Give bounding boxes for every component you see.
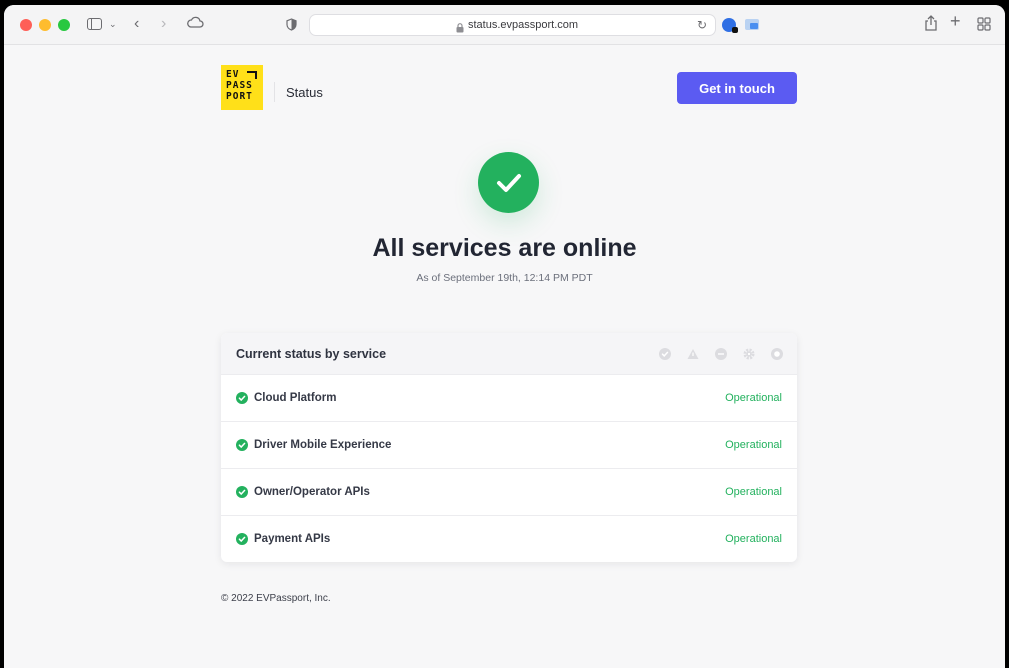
service-status: Operational [725,533,782,545]
service-name: Payment APIs [254,533,331,545]
screen-extension-icon[interactable] [745,19,759,30]
logo-line-3: PORT [226,91,253,102]
card-title: Current status by service [236,347,387,361]
service-name: Owner/Operator APIs [254,486,370,498]
chevron-down-icon[interactable]: ⌄ [109,17,117,31]
privacy-shield-icon[interactable] [286,18,297,31]
logo-line-2: PASS [226,80,253,91]
browser-window: ⌄ ‹ › status.evpassport.com ↻ + EV PASS … [4,5,1005,668]
zoom-window-button[interactable] [58,19,70,31]
service-status-card: Current status by service Cloud Platform… [221,333,797,562]
unknown-icon [771,348,783,360]
service-name: Cloud Platform [254,392,337,404]
service-row: Owner/Operator APIs Operational [221,469,797,516]
operational-check-icon [236,486,248,498]
service-row: Cloud Platform Operational [221,375,797,422]
operational-check-icon [236,439,248,451]
page-title: Status [286,85,323,100]
service-row: Payment APIs Operational [221,516,797,562]
all-online-check-icon [478,152,539,213]
warning-icon [687,349,699,359]
footer-copyright: © 2022 EVPassport, Inc. [221,593,331,604]
forward-arrow-icon[interactable]: › [161,16,166,32]
minimize-window-button[interactable] [39,19,51,31]
card-header: Current status by service [221,333,797,375]
browser-toolbar: ⌄ ‹ › status.evpassport.com ↻ + [4,5,1005,45]
password-extension-icon[interactable] [722,18,738,33]
service-status: Operational [725,439,782,451]
sidebar-toggle-icon[interactable] [87,18,102,30]
get-in-touch-button[interactable]: Get in touch [677,72,797,104]
close-window-button[interactable] [20,19,32,31]
address-bar[interactable]: status.evpassport.com ↻ [309,14,716,36]
back-arrow-icon[interactable]: ‹ [134,16,139,32]
logo-corner-mark [247,71,257,79]
status-page: EV PASS PORT Status Get in touch All ser… [4,46,1005,668]
cloud-icon[interactable] [187,16,204,28]
evpassport-logo[interactable]: EV PASS PORT [221,65,263,110]
status-timestamp: As of September 19th, 12:14 PM PDT [416,272,593,284]
service-row: Driver Mobile Experience Operational [221,422,797,469]
status-legend [659,348,783,360]
service-name: Driver Mobile Experience [254,439,392,451]
overall-status-heading: All services are online [372,234,637,262]
service-status: Operational [725,392,782,404]
url-text: status.evpassport.com [468,19,579,31]
header-divider [274,82,275,102]
new-tab-icon[interactable]: + [950,12,961,30]
lock-icon [456,20,464,33]
operational-check-icon [236,392,248,404]
share-icon[interactable] [924,15,938,31]
logo-line-1: EV [226,69,240,80]
operational-check-icon [236,533,248,545]
operational-icon [659,348,671,360]
outage-icon [715,348,727,360]
service-status: Operational [725,486,782,498]
tab-overview-icon[interactable] [977,17,991,31]
reload-icon[interactable]: ↻ [697,18,707,32]
maintenance-icon [743,348,755,360]
